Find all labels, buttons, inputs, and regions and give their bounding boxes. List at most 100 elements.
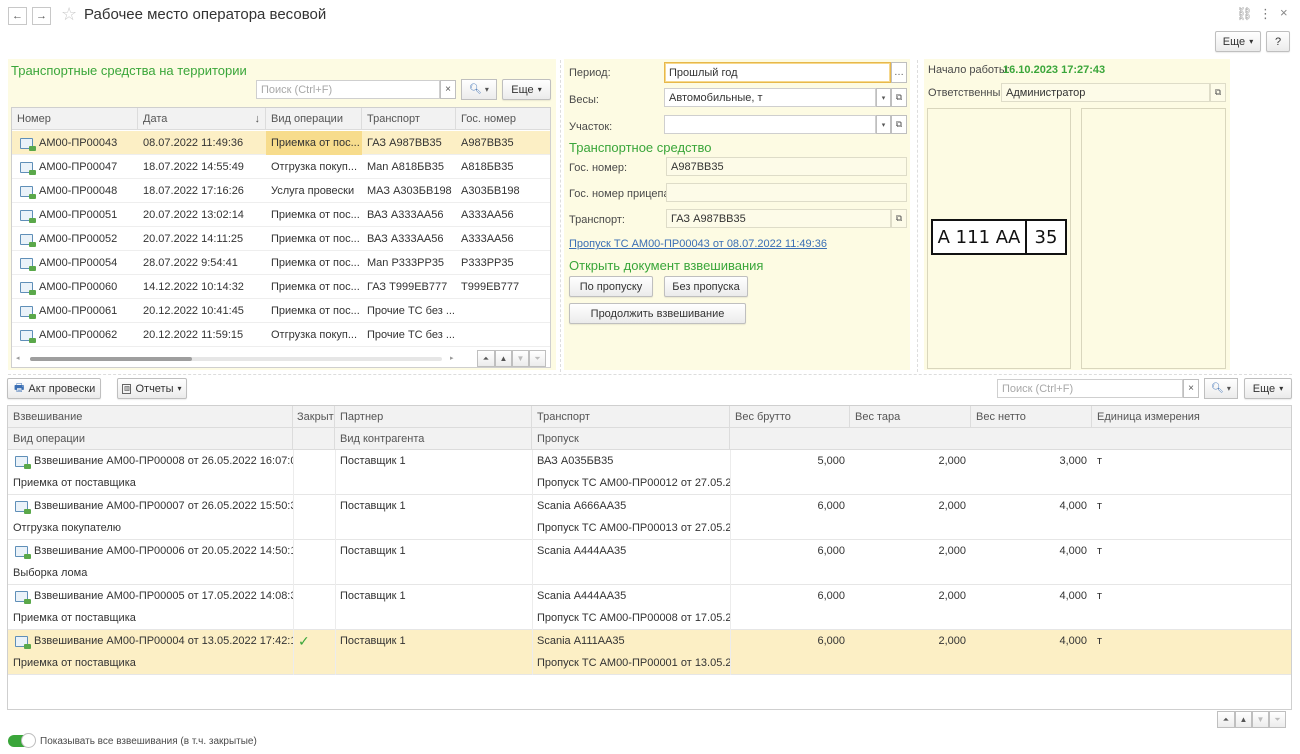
act-button[interactable]: 🖶 Акт провески — [7, 378, 101, 399]
col-gross[interactable]: Вес брутто — [730, 406, 850, 428]
transport-row[interactable]: АМ00-ПР00060 14.12.2022 10:14:32 Приемка о… — [12, 275, 550, 299]
search-button[interactable]: 🔍︎ ▾ — [1204, 378, 1238, 399]
site-open-icon[interactable]: ⧉ — [891, 115, 907, 134]
transport-row[interactable]: АМ00-ПР00047 18.07.2022 14:55:49 Отгрузка … — [12, 155, 550, 179]
chevron-down-icon: ▾ — [537, 85, 542, 94]
col-weighing[interactable]: Взвешивание — [8, 406, 293, 428]
cell-unit: т — [1097, 635, 1103, 647]
transport-row[interactable]: АМ00-ПР00048 18.07.2022 17:16:26 Услуга пр… — [12, 179, 550, 203]
transport-field[interactable]: ГАЗ А987ВВ35 — [666, 209, 891, 228]
cell-doc: Взвешивание АМ00-ПР00006 от 20.05.2022 1… — [8, 540, 293, 562]
transport-row[interactable]: АМ00-ПР00043 08.07.2022 11:49:36 Приемка о… — [12, 131, 550, 155]
cell-doc: Взвешивание АМ00-ПР00007 от 26.05.2022 1… — [8, 495, 293, 517]
col-unit[interactable]: Единица измерения — [1092, 406, 1291, 428]
scrollbar-thumb[interactable] — [30, 357, 192, 361]
col-transport[interactable]: Транспорт — [532, 406, 730, 428]
col-operation-type[interactable]: Вид операции — [8, 428, 293, 450]
site-field[interactable] — [664, 115, 876, 134]
weighing-row[interactable]: Взвешивание АМ00-ПР00005 от 17.05.2022 1… — [8, 585, 1291, 630]
transport-row[interactable]: АМ00-ПР00054 28.07.2022 9:54:41 Приемка от… — [12, 251, 550, 275]
reports-button[interactable]: ▥ Отчеты ▾ — [117, 378, 187, 399]
show-all-toggle[interactable] — [8, 733, 36, 748]
weighing-row[interactable]: Взвешивание АМ00-ПР00008 от 26.05.2022 1… — [8, 450, 1291, 495]
col-operation[interactable]: Вид операции — [266, 108, 362, 130]
cell-transport: Прочие ТС без ... — [367, 329, 455, 341]
forward-button[interactable]: → — [32, 7, 51, 25]
cell-plate — [456, 299, 550, 323]
column-separator — [335, 585, 336, 630]
col-number[interactable]: Номер — [12, 108, 138, 130]
col-plate[interactable]: Гос. номер — [456, 108, 550, 130]
move-down-icon[interactable]: ▼ — [512, 350, 529, 367]
menu-dots-icon[interactable]: ⋮ — [1259, 6, 1272, 22]
transport-row[interactable]: АМ00-ПР00051 20.07.2022 13:02:14 Приемка о… — [12, 203, 550, 227]
cell-operation: Отгрузка покуп... — [271, 161, 358, 173]
move-up-icon[interactable]: ▲ — [1235, 711, 1252, 728]
weighing-row[interactable]: Взвешивание АМ00-ПР00004 от 13.05.2022 1… — [8, 630, 1291, 675]
without-pass-button[interactable]: Без пропуска — [664, 276, 748, 297]
column-separator — [730, 630, 731, 675]
col-date[interactable]: Дата ↓ — [138, 108, 266, 130]
cell-operation: Приемка от пос... — [271, 233, 360, 245]
back-button[interactable]: ← — [8, 7, 27, 25]
transport-row[interactable]: АМ00-ПР00062 20.12.2022 11:59:15 Отгрузка … — [12, 323, 550, 347]
col-tare[interactable]: Вес тара — [850, 406, 971, 428]
scroll-right-icon[interactable]: ▸ — [450, 354, 454, 362]
close-icon[interactable]: × — [1280, 5, 1288, 20]
cell-date: 18.07.2022 14:55:49 — [143, 161, 244, 173]
clear-search-icon[interactable]: × — [440, 80, 456, 99]
link-icon[interactable]: ⛓ — [1236, 6, 1253, 22]
scales-open-icon[interactable]: ⧉ — [891, 88, 907, 107]
move-top-icon[interactable]: ⏶ — [1217, 711, 1235, 728]
pass-link[interactable]: Пропуск ТС АМ00-ПР00043 от 08.07.2022 11… — [569, 238, 827, 250]
move-top-icon[interactable]: ⏶ — [477, 350, 495, 367]
column-separator — [730, 540, 731, 585]
col-counterparty-type[interactable]: Вид контрагента — [335, 428, 532, 450]
clear-search-icon[interactable]: × — [1183, 379, 1199, 398]
period-select-button[interactable]: … — [891, 62, 907, 83]
transport-search-input[interactable]: Поиск (Ctrl+F) — [256, 80, 440, 99]
transport-open-icon[interactable]: ⧉ — [891, 209, 907, 228]
weighing-search-input[interactable]: Поиск (Ctrl+F) — [997, 379, 1183, 398]
move-bottom-icon[interactable]: ⏷ — [529, 350, 546, 367]
search-button[interactable]: 🔍︎ ▾ — [461, 79, 497, 100]
transport-row[interactable]: АМ00-ПР00061 20.12.2022 10:41:45 Приемка о… — [12, 299, 550, 323]
by-pass-button[interactable]: По пропуску — [569, 276, 653, 297]
document-icon — [20, 137, 36, 151]
period-field[interactable]: Прошлый год — [664, 62, 891, 83]
col-transport[interactable]: Транспорт — [362, 108, 456, 130]
move-bottom-icon[interactable]: ⏷ — [1269, 711, 1286, 728]
site-dropdown-icon[interactable]: ▾ — [876, 115, 891, 134]
move-down-icon[interactable]: ▼ — [1252, 711, 1269, 728]
transport-row[interactable]: АМ00-ПР00052 20.07.2022 14:11:25 Приемка о… — [12, 227, 550, 251]
continue-weighing-button[interactable]: Продолжить взвешивание — [569, 303, 746, 324]
cell-unit: т — [1097, 545, 1103, 557]
cell-pass: Пропуск ТС АМ00-ПР00001 от 13.05.2... — [537, 657, 730, 669]
horizontal-scrollbar[interactable] — [30, 357, 442, 361]
cell-closed — [293, 585, 335, 607]
camera-view-2 — [1081, 108, 1226, 369]
weighing-row[interactable]: Взвешивание АМ00-ПР00006 от 20.05.2022 1… — [8, 540, 1291, 585]
help-button[interactable]: ? — [1266, 31, 1290, 52]
responsible-open-icon[interactable]: ⧉ — [1210, 83, 1226, 102]
column-separator — [532, 540, 533, 585]
col-partner[interactable]: Партнер — [335, 406, 532, 428]
weighing-more-button[interactable]: Еще ▾ — [1244, 378, 1292, 399]
transport-more-button[interactable]: Еще ▾ — [502, 79, 551, 100]
more-button[interactable]: Еще ▾ — [1215, 31, 1261, 52]
move-up-icon[interactable]: ▲ — [495, 350, 512, 367]
col-closed[interactable]: Закрыт — [293, 406, 335, 428]
document-icon — [20, 233, 36, 247]
trailer-field[interactable] — [666, 183, 907, 202]
scales-dropdown-icon[interactable]: ▾ — [876, 88, 891, 107]
scales-field[interactable]: Автомобильные, т — [664, 88, 876, 107]
col-pass[interactable]: Пропуск — [532, 428, 730, 450]
plate-field[interactable]: А987ВВ35 — [666, 157, 907, 176]
weighing-row[interactable]: Взвешивание АМ00-ПР00007 от 26.05.2022 1… — [8, 495, 1291, 540]
cell-transport: Man Р333РР35 — [367, 257, 445, 269]
responsible-field[interactable]: Администратор — [1001, 83, 1210, 102]
col-net[interactable]: Вес нетто — [971, 406, 1092, 428]
show-all-label: Показывать все взвешивания (в т.ч. закры… — [40, 736, 257, 747]
favorite-star-icon[interactable]: ☆ — [61, 4, 77, 25]
scroll-left-icon[interactable]: ◂ — [16, 354, 20, 362]
